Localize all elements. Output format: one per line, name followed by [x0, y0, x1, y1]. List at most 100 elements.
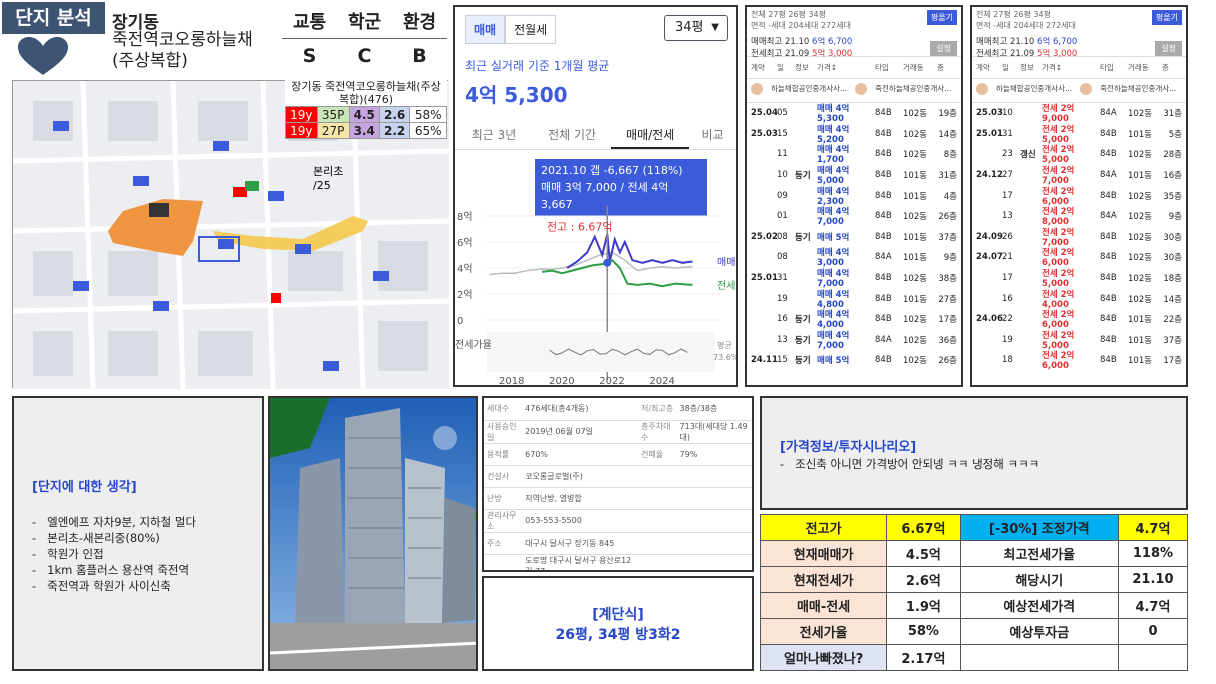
tx-day: 08: [777, 231, 788, 242]
tx-type: 84A: [1100, 170, 1117, 181]
tx-dong: 101동: [903, 171, 928, 182]
tab-recent-3y[interactable]: 최근 3년: [455, 122, 533, 149]
table-row[interactable]: 16 등기 매매 4억 4,000 84B 102동 17층: [747, 309, 961, 330]
table-row[interactable]: 09 매매 4억 2,300 84B 101동 4층: [747, 185, 961, 207]
score-grade-transport: S: [302, 45, 317, 67]
tx-dong: 101동: [903, 191, 928, 202]
tx-day: 15: [777, 128, 788, 139]
tab-sale[interactable]: 매매: [465, 15, 506, 44]
tx-dong: 102동: [1128, 150, 1153, 161]
table-row[interactable]: 25.03 15 매매 4억 5,200 84B 102동 14층: [747, 124, 961, 145]
table-row[interactable]: 24.11 15 등기 매매 5억 84B 102동 26층: [747, 350, 961, 371]
agent-name: 하늘채합공인중개사사...: [771, 84, 848, 93]
tx-day: 17: [1002, 190, 1013, 201]
tx-floor: 14층: [1163, 294, 1182, 305]
table-row[interactable]: 25.04 05 매매 4억 5,300 84B 102동 19층: [747, 103, 961, 124]
table-row[interactable]: 24.06 22 전세 2억 6,000 84B 101동 22층: [972, 309, 1186, 330]
table-row[interactable]: 24.12 27 전세 2억 7,000 84A 101동 16층: [972, 165, 1186, 186]
tx-price: 전세 2억 7,000: [1042, 166, 1075, 187]
price-line-chart[interactable]: 8억 6억 4억 2억 0 전고 : 6.67억매매전세전세가율 평균 73.6% 2018 20…: [455, 202, 736, 387]
heart-icon: [18, 37, 68, 75]
tx-dong: 102동: [1128, 109, 1153, 120]
info-value: 대구시 달서구 장기동 845: [522, 532, 638, 555]
table-row[interactable]: 01 매매 4억 7,000 84B 102동 26층: [747, 206, 961, 227]
tx-price: 매매 4억 5,200: [817, 124, 850, 145]
pyeong-change-button[interactable]: 평옮기: [1151, 10, 1182, 25]
tx-type: 84A: [1100, 211, 1117, 222]
peak-label: 전고 : 6.67억: [547, 220, 613, 233]
info-label: 주소: [484, 532, 523, 555]
tab-jeonse[interactable]: 전월세: [505, 15, 557, 44]
tx-floor: 30층: [1163, 253, 1182, 264]
info-value: [676, 465, 752, 488]
tx-floor: 37층: [938, 232, 957, 243]
tx-price: 매매 4억 5,300: [817, 104, 850, 125]
summary-label: 해당시기: [959, 566, 1119, 593]
tx-floor: 4층: [943, 191, 957, 202]
table-row[interactable]: 19 전세 2억 5,000 84B 101동 37층: [972, 330, 1186, 351]
series-line-sale: [566, 233, 693, 269]
table-row[interactable]: 25.03 10 전세 2억 9,000 84A 102동 31층: [972, 103, 1186, 124]
settings-button[interactable]: 설정: [930, 41, 957, 56]
summary-label: 얼마나빠졌나?: [759, 644, 888, 671]
tx-price: 전세 2억 5,000: [1042, 124, 1075, 145]
legend-jeonse: 2.6: [378, 106, 411, 123]
tx-month: 24.11: [751, 355, 778, 366]
tx-price: 전세 2억 5,000: [1042, 269, 1075, 290]
x-tick-label: 2024: [649, 376, 674, 387]
info-label: 세대수: [484, 398, 523, 421]
structure-desc: 26평, 34평 방3화2: [555, 627, 681, 643]
table-row[interactable]: 24.09 26 전세 2억 7,000 84B 102동 30층: [972, 227, 1186, 248]
table-row: 용적률 670% 건폐율 79%: [484, 443, 752, 466]
table-row: 관리사무소 053-553-5500: [484, 509, 752, 533]
page-title: 단지 분석: [2, 2, 105, 34]
pyeong-select[interactable]: 34평 ▼: [664, 15, 728, 41]
table-row[interactable]: 17 전세 2억 6,000 84B 102동 35층: [972, 185, 1186, 207]
tx-dong: 102동: [903, 315, 928, 326]
table-row[interactable]: 19 매매 4억 4,800 84B 101동 27층: [747, 288, 961, 310]
tx-day: 16: [777, 314, 788, 325]
tab-sale-jeonse[interactable]: 매매/전세: [611, 122, 690, 149]
tx-floor: 28층: [1163, 150, 1182, 161]
tx-month: 25.02: [751, 231, 778, 242]
table-row[interactable]: 25.01 31 전세 2억 5,000 84B 101동 5층: [972, 124, 1186, 145]
settings-button[interactable]: 설정: [1155, 41, 1182, 56]
table-row[interactable]: 24.07 21 전세 2억 6,000 84B 102동 30층: [972, 247, 1186, 268]
thoughts-list: - 엘엔에프 자차9분, 지하철 멀다 - 본리초-새본리중(80%) - 학원…: [32, 514, 196, 594]
complex-type: (주상복합): [112, 51, 188, 71]
legend-sale: 매매: [717, 257, 735, 269]
tab-compare[interactable]: 비교: [689, 122, 736, 149]
tx-day: 31: [777, 273, 788, 284]
table-row[interactable]: 18 전세 2억 6,000 84B 101동 17층: [972, 350, 1186, 371]
tx-dong: 102동: [903, 212, 928, 223]
list-item: - 학원가 인접: [32, 547, 104, 561]
tx-day: 22: [1002, 314, 1013, 325]
agent-name: 죽전하늘채공인중개사...: [875, 84, 952, 93]
tx-dong: 102동: [903, 356, 928, 367]
table-row[interactable]: 08 매매 4억 3,000 84A 101동 9층: [747, 247, 961, 268]
table-row[interactable]: 13 등기 매매 4억 7,000 84A 102동 36층: [747, 330, 961, 351]
table-row[interactable]: 10 등기 매매 4억 5,000 84B 101동 31층: [747, 165, 961, 186]
tx-price: 매매 4억 1,700: [817, 145, 850, 166]
tx-info: 등기: [795, 315, 811, 326]
sale-transaction-list: 전체 27평 26평 34평 면적 -세대 204세대 272세대 매매최고 2…: [745, 5, 963, 387]
tx-day: 16: [1002, 293, 1013, 304]
table-row[interactable]: 25.01 31 매매 4억 7,000 84B 102동 38층: [747, 268, 961, 289]
tx-floor: 30층: [1163, 232, 1182, 243]
tx-price: 매매 5억: [817, 232, 850, 243]
summary-label: 예상전세가격: [959, 592, 1119, 619]
summary-value: 4.7억: [1117, 592, 1189, 619]
table-row[interactable]: 11 매매 4억 1,700 84B 102동 8층: [747, 144, 961, 165]
tab-all-period[interactable]: 전체 기간: [533, 122, 611, 149]
info-label: 용적률: [484, 443, 523, 466]
table-row[interactable]: 16 전세 2억 4,000 84B 102동 14층: [972, 288, 1186, 310]
complex-title: 죽전역코오롱하늘채: [112, 30, 253, 50]
summary-label: 전세가율: [759, 618, 888, 645]
table-row[interactable]: 17 전세 2억 5,000 84B 102동 18층: [972, 268, 1186, 289]
table-row[interactable]: 23 갱신 전세 2억 5,000 84B 102동 28층: [972, 144, 1186, 165]
table-row[interactable]: 13 전세 2억 8,000 84A 102동 9층: [972, 206, 1186, 227]
tx-floor: 38층: [938, 274, 957, 285]
pyeong-change-button[interactable]: 평옮기: [926, 10, 957, 25]
list-item: - 조신축 아니면 가격방어 안되넹 ㅋㅋ 냉정해 ㅋㅋㅋ: [780, 457, 1040, 471]
table-row[interactable]: 25.02 08 등기 매매 5억 84B 101동 37층: [747, 227, 961, 248]
